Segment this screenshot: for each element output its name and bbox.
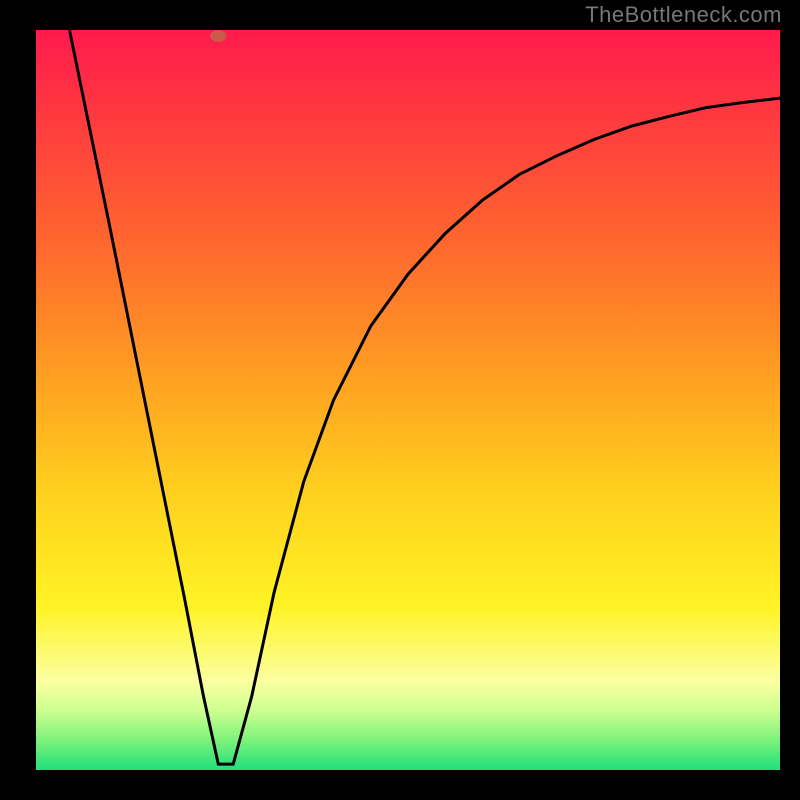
bottleneck-chart	[0, 0, 800, 800]
chart-frame: TheBottleneck.com	[0, 0, 800, 800]
optimal-point-marker	[210, 30, 226, 42]
plot-background	[36, 30, 780, 770]
